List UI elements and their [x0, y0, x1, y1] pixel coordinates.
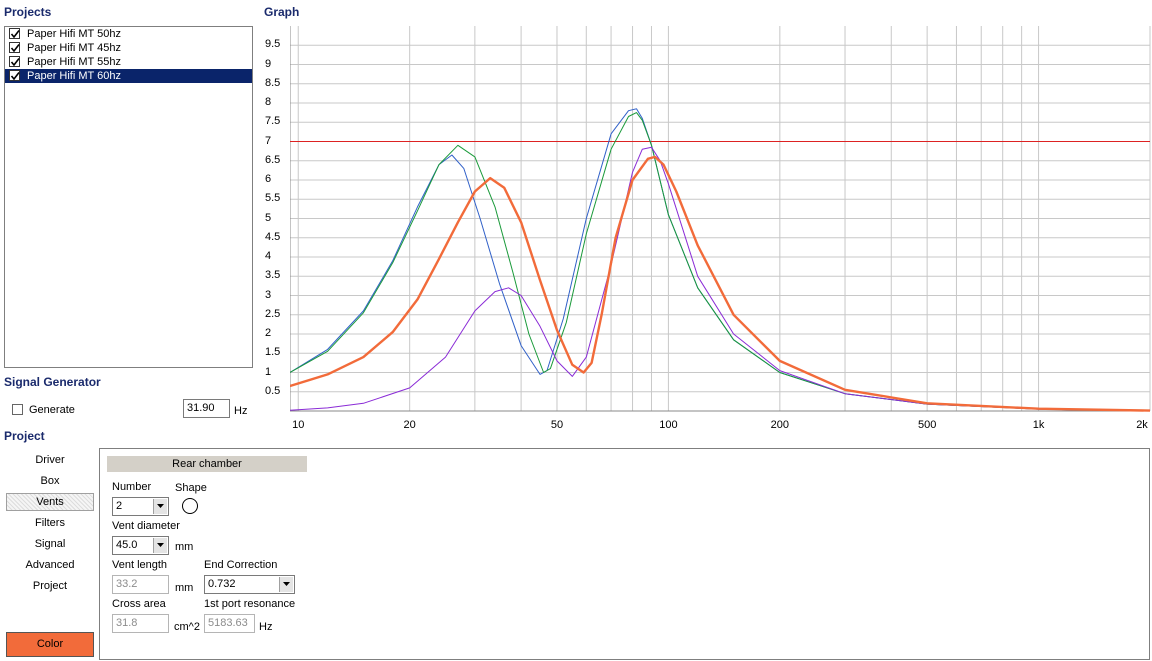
project-checkbox[interactable]: [9, 42, 20, 53]
x-tick-label: 500: [918, 419, 936, 431]
frequency-field[interactable]: 31.90: [183, 399, 230, 418]
cross-area-unit: cm^2: [174, 621, 200, 633]
checkmark-icon: [10, 58, 20, 67]
generate-checkbox[interactable]: [12, 404, 23, 415]
end-correction-label: End Correction: [204, 559, 278, 571]
vents-panel: [99, 448, 1150, 660]
x-tick-label: 2k: [1136, 419, 1148, 431]
nav-item-vents[interactable]: Vents: [6, 493, 94, 511]
checkmark-icon: [10, 44, 20, 53]
cross-area-field[interactable]: 31.8: [112, 614, 169, 633]
y-tick-label: 2: [265, 327, 272, 339]
color-button[interactable]: Color: [6, 632, 94, 657]
port-resonance-field[interactable]: 5183.63: [204, 614, 255, 633]
y-tick-label: 6.5: [265, 153, 281, 166]
y-tick-label: 4.5: [265, 230, 281, 243]
y-tick-label: 9: [265, 57, 272, 70]
projects-title: Projects: [4, 5, 52, 19]
circle-shape-icon[interactable]: [182, 498, 198, 514]
y-tick-label: 4: [265, 250, 272, 262]
series-line-2: [290, 146, 1151, 412]
vent-diameter-unit: mm: [175, 541, 194, 553]
checkmark-icon: [10, 72, 20, 81]
signal-generator-title: Signal Generator: [4, 375, 101, 389]
number-value: 2: [116, 500, 123, 512]
project-name: Paper Hifi MT 55hz: [27, 56, 121, 68]
y-tick-label: 2.5: [265, 307, 281, 320]
vent-length-unit: mm: [175, 582, 194, 594]
project-item[interactable]: Paper Hifi MT 50hz: [5, 27, 252, 41]
shape-label: Shape: [175, 482, 207, 494]
nav-item-signal[interactable]: Signal: [6, 535, 94, 553]
x-tick-label: 50: [551, 419, 563, 431]
vent-length-field[interactable]: 33.2: [112, 575, 169, 594]
vent-diameter-value: 45.0: [116, 539, 138, 551]
series-line-1: [290, 112, 1151, 412]
y-tick-label: 5.5: [265, 192, 281, 205]
y-tick-label: 8: [265, 96, 272, 108]
vent-diameter-label: Vent diameter: [112, 520, 180, 532]
project-item[interactable]: Paper Hifi MT 55hz: [5, 55, 252, 69]
vent-diameter-select[interactable]: 45.0: [112, 536, 169, 555]
project-checkbox[interactable]: [9, 56, 20, 67]
number-select[interactable]: 2: [112, 497, 169, 516]
end-correction-value: 0.732: [208, 578, 236, 590]
tab-rear-chamber[interactable]: Rear chamber: [107, 456, 307, 472]
y-tick-label: 7.5: [265, 115, 281, 128]
project-item[interactable]: Paper Hifi MT 45hz: [5, 41, 252, 55]
projects-list[interactable]: Paper Hifi MT 50hz Paper Hifi MT 45hz Pape…: [4, 26, 253, 368]
y-tick-label: 0.5: [265, 384, 281, 397]
project-checkbox[interactable]: [9, 70, 20, 81]
end-correction-select[interactable]: 0.732: [204, 575, 295, 594]
y-tick-label: 5: [265, 211, 272, 224]
x-tick-label: 20: [404, 419, 416, 431]
response-graph: 10 20 50 100 200 500 1k 2k: [290, 26, 1151, 431]
nav-item-filters[interactable]: Filters: [6, 514, 94, 532]
x-tick-label: 100: [659, 419, 677, 431]
y-tick-label: 6: [265, 173, 272, 185]
chevron-down-icon[interactable]: [279, 577, 293, 592]
y-tick-label: 7: [265, 134, 272, 147]
nav-item-advanced[interactable]: Advanced: [6, 556, 94, 574]
port-resonance-label: 1st port resonance: [204, 598, 296, 610]
graph-title: Graph: [264, 5, 300, 19]
project-name: Paper Hifi MT 50hz: [27, 28, 121, 40]
y-tick-label: 8.5: [265, 76, 281, 89]
project-checkbox[interactable]: [9, 28, 20, 39]
vent-length-label: Vent length: [112, 559, 168, 571]
x-tick-label: 10: [292, 419, 304, 431]
y-tick-label: 1: [265, 365, 272, 378]
project-title: Project: [4, 429, 45, 443]
nav-item-driver[interactable]: Driver: [6, 451, 94, 469]
project-name: Paper Hifi MT 45hz: [27, 42, 121, 54]
number-label: Number: [112, 481, 152, 493]
chevron-down-icon[interactable]: [153, 499, 167, 514]
checkmark-icon: [10, 30, 20, 39]
chevron-down-icon[interactable]: [153, 538, 167, 553]
port-resonance-unit: Hz: [259, 621, 273, 633]
project-item[interactable]: Paper Hifi MT 60hz: [5, 69, 252, 83]
cross-area-label: Cross area: [112, 598, 166, 610]
nav-item-project[interactable]: Project: [6, 577, 94, 595]
y-tick-label: 3.5: [265, 269, 281, 282]
project-name: Paper Hifi MT 60hz: [27, 70, 121, 82]
nav-item-box[interactable]: Box: [6, 472, 94, 490]
y-tick-label: 9.5: [265, 38, 281, 51]
frequency-unit: Hz: [234, 405, 248, 417]
y-tick-label: 1.5: [265, 346, 281, 359]
x-tick-label: 200: [771, 419, 789, 431]
generate-label: Generate: [29, 404, 75, 416]
series-line-0: [290, 108, 1151, 412]
y-tick-label: 3: [265, 288, 272, 301]
x-tick-label: 1k: [1033, 419, 1045, 431]
